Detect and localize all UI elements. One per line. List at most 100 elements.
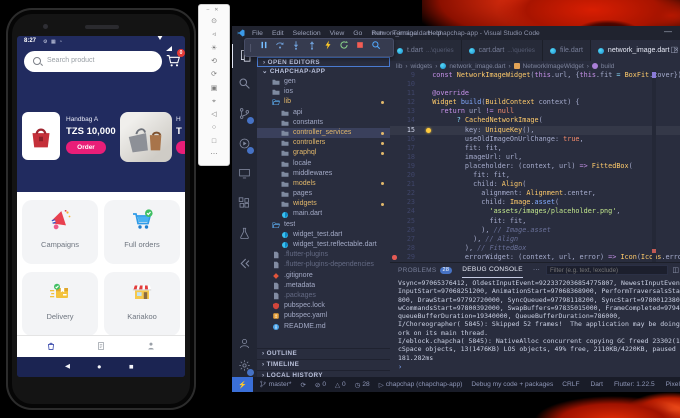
breadcrumb-item[interactable]: build xyxy=(601,63,615,70)
code-line-15[interactable]: 15 key: UniqueKey(), xyxy=(390,125,680,135)
test-icon[interactable] xyxy=(232,222,257,246)
menu-help[interactable]: Help xyxy=(427,30,441,37)
rotate-right-icon[interactable]: ⟳ xyxy=(199,71,229,79)
tree-item-controller-services[interactable]: controller_services xyxy=(257,127,390,139)
gutter-breakpoint[interactable] xyxy=(390,244,397,253)
tree-item-graphql[interactable]: graphql xyxy=(257,148,390,158)
status-launch[interactable]: ▷ chapchap (chapchap-app) xyxy=(379,381,463,389)
tree-item-controllers[interactable]: controllers xyxy=(257,138,390,148)
status-warnings[interactable]: △ 0 xyxy=(335,381,346,389)
console-filter-input[interactable] xyxy=(546,265,668,275)
open-editors-header[interactable]: › OPEN EDITORS xyxy=(257,57,390,67)
settings-icon[interactable] xyxy=(232,354,257,378)
menu-view[interactable]: View xyxy=(330,30,345,37)
tab-t-dart[interactable]: t.dart ...\queries xyxy=(390,40,462,61)
code-line-18[interactable]: 18 imageUrl: url, xyxy=(390,153,680,162)
back-button[interactable]: ◀ xyxy=(65,362,70,370)
cart-button[interactable]: 0 xyxy=(165,49,185,70)
tree-item-pubspec-lock[interactable]: pubspec.lock xyxy=(257,301,390,311)
section-timeline[interactable]: › TIMELINE xyxy=(257,359,390,370)
code-line-14[interactable]: 14 ? CachedNetworkImage( xyxy=(390,116,680,125)
tree-item-gen[interactable]: gen xyxy=(257,77,390,87)
step-out-button[interactable] xyxy=(307,40,317,55)
tab-cart-dart[interactable]: cart.dart ...\queries xyxy=(461,40,543,61)
tile-delivery[interactable]: Delivery xyxy=(22,272,98,336)
zoom-icon[interactable]: ⌖ xyxy=(199,98,229,106)
status-debug-config[interactable]: Debug my code + packages xyxy=(471,381,553,388)
breadcrumb-item[interactable]: network_image.dart xyxy=(449,63,505,70)
tree-item-pages[interactable]: pages xyxy=(257,189,390,199)
tree-item-ios[interactable]: ios xyxy=(257,87,390,97)
gutter-breakpoint[interactable] xyxy=(390,107,397,116)
breadcrumb-item[interactable]: widgets xyxy=(411,63,433,70)
line-number[interactable]: 23 xyxy=(397,198,415,207)
gutter-breakpoint[interactable] xyxy=(390,189,397,198)
dart-icon[interactable] xyxy=(232,252,257,276)
stop-button[interactable] xyxy=(355,40,365,55)
gutter-breakpoint[interactable] xyxy=(390,226,397,235)
section-outline[interactable]: › OUTLINE xyxy=(257,348,390,359)
gutter-breakpoint[interactable] xyxy=(390,162,397,171)
gutter-breakpoint[interactable] xyxy=(390,80,397,89)
code-editor[interactable]: 9 const NetworkImageWidget(this.url, {th… xyxy=(390,71,680,262)
minimize-button[interactable]: — xyxy=(664,27,672,36)
tile-full-orders[interactable]: Full orders xyxy=(104,200,180,264)
panel-more-icon[interactable]: ⋯ xyxy=(533,266,540,274)
overview-ruler[interactable] xyxy=(652,71,656,262)
power-icon[interactable]: ⊙ xyxy=(199,18,229,26)
gutter-breakpoint[interactable] xyxy=(390,89,397,98)
gutter-breakpoint[interactable] xyxy=(390,217,397,226)
order-button[interactable]: Order xyxy=(66,141,106,154)
gutter-breakpoint[interactable] xyxy=(390,153,397,162)
product-card[interactable]: Handbag A TZS 10,000 Order xyxy=(22,112,117,168)
overview-icon[interactable]: □ xyxy=(199,138,229,146)
code-line-24[interactable]: 24 'assets/images/placeholder.png', xyxy=(390,207,680,216)
search-icon[interactable] xyxy=(232,72,257,96)
project-header[interactable]: ⌄ CHAPCHAP-APP xyxy=(257,67,390,77)
restart-button[interactable] xyxy=(339,40,349,55)
inspector-button[interactable] xyxy=(371,40,381,55)
brightness-icon[interactable]: ☀ xyxy=(199,45,229,53)
tile-kariakoo[interactable]: Kariakoo xyxy=(104,272,180,336)
order-button[interactable] xyxy=(176,141,185,154)
tree-item-models[interactable]: models xyxy=(257,179,390,189)
tree-item-locale[interactable]: locale xyxy=(257,159,390,169)
gutter-breakpoint[interactable] xyxy=(390,144,397,153)
line-number[interactable]: 27 xyxy=(397,235,415,244)
line-number[interactable]: 24 xyxy=(397,207,415,216)
line-number[interactable]: 19 xyxy=(397,162,415,171)
code-line-19[interactable]: 19 placeholder: (context, url) => Fitted… xyxy=(390,162,680,171)
tree-item--flutter-plugins[interactable]: .flutter-plugins xyxy=(257,250,390,260)
line-number[interactable]: 11 xyxy=(397,89,415,98)
section-local-history[interactable]: › LOCAL HISTORY xyxy=(257,370,390,377)
product-card[interactable]: HT xyxy=(120,112,185,168)
menu-edit[interactable]: Edit xyxy=(272,30,284,37)
tree-item-readme-md[interactable]: README.md xyxy=(257,322,390,332)
code-line-20[interactable]: 20 fit: fit, xyxy=(390,171,680,180)
tree-item-main-dart[interactable]: main.dart xyxy=(257,209,390,219)
menu-file[interactable]: File xyxy=(252,30,263,37)
tab-file-dart[interactable]: file.dart xyxy=(542,40,591,61)
account-icon[interactable] xyxy=(232,332,257,356)
menu-selection[interactable]: Selection xyxy=(293,30,321,37)
code-line-23[interactable]: 23 child: Image.asset( xyxy=(390,198,680,207)
line-number[interactable]: 25 xyxy=(397,217,415,226)
line-number[interactable]: 21 xyxy=(397,180,415,189)
gutter-breakpoint[interactable] xyxy=(390,207,397,216)
status-branch[interactable]: master* xyxy=(259,380,291,390)
line-number[interactable]: 12 xyxy=(397,98,415,107)
tree-item-lib[interactable]: lib xyxy=(257,97,390,107)
tree-item-pubspec-yaml[interactable]: pubspec.yaml xyxy=(257,311,390,321)
gutter-breakpoint[interactable] xyxy=(390,135,397,144)
line-number[interactable]: 18 xyxy=(397,153,415,162)
tree-item-api[interactable]: api xyxy=(257,108,390,118)
breadcrumb-item[interactable]: NetworkImageWidget xyxy=(523,63,584,70)
code-line-13[interactable]: 13 return url != null xyxy=(390,107,680,116)
flutter-version[interactable]: Flutter: 1.22.5 xyxy=(614,381,655,388)
tree-item--packages[interactable]: .packages xyxy=(257,291,390,301)
search-input[interactable]: Search product xyxy=(24,51,162,72)
tree-item-widgets[interactable]: widgets xyxy=(257,199,390,209)
step-into-button[interactable] xyxy=(291,40,301,55)
close-icon[interactable]: ✕ xyxy=(214,7,221,13)
line-number[interactable]: 13 xyxy=(397,107,415,116)
